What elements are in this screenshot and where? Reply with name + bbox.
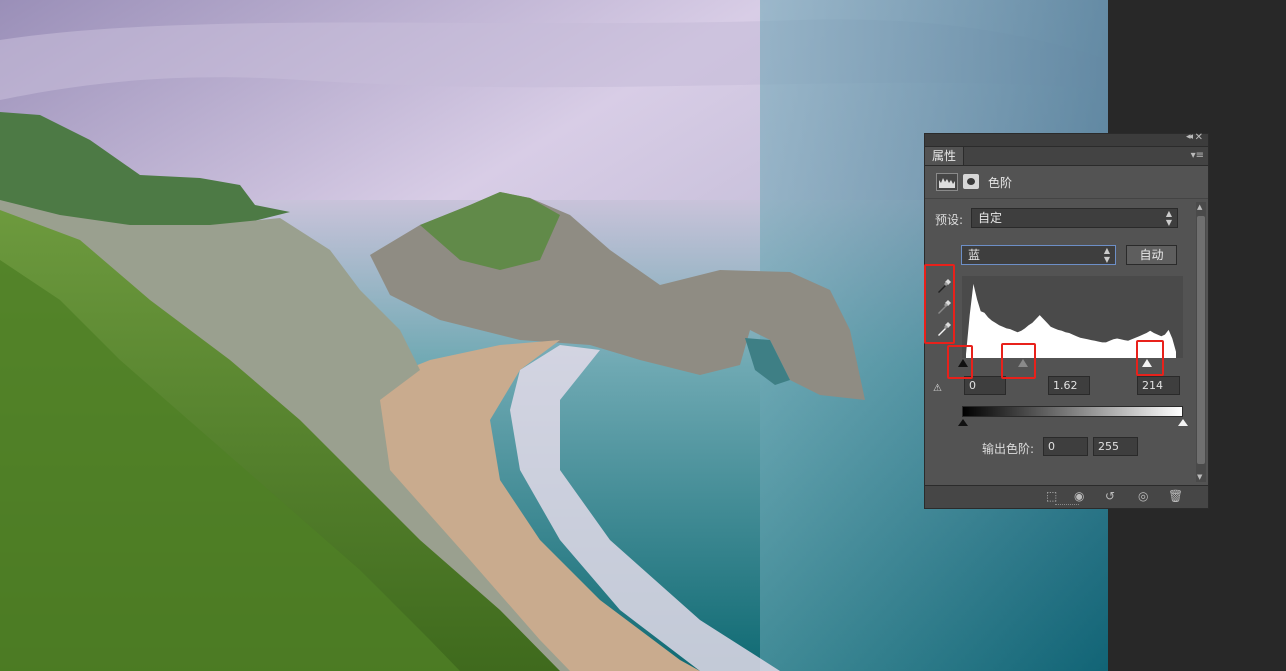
highlight-black-slider [947,345,973,379]
panel-tab-row: 属性 ▾≡ [925,147,1208,166]
highlight-white-slider [1136,340,1164,376]
trash-icon[interactable]: 🗑 [1168,489,1183,503]
panel-bottom-toolbar: ⬚ ◉ ↺ ◎ 🗑 [925,485,1208,508]
scroll-down-icon[interactable]: ▼ [1197,473,1202,481]
output-black-field[interactable]: 0 [1043,437,1088,456]
levels-histogram-icon[interactable] [936,173,958,191]
mask-icon[interactable] [963,174,979,189]
preset-label: 预设: [935,213,964,227]
view-previous-icon[interactable]: ◉ [1074,489,1084,503]
properties-panel: ◂◂ ✕ 属性 ▾≡ 色阶 预设: 自定 ▲ ▼ 蓝 ▲ ▼ 自动 ⚠ 0 1.62… [924,132,1209,509]
panel-titlebar[interactable]: ◂◂ ✕ [925,132,1208,147]
preset-select[interactable]: 自定 ▲ ▼ [971,208,1178,228]
input-white-field[interactable]: 214 [1137,376,1180,395]
clip-to-layer-icon[interactable]: ⬚ [1046,489,1057,503]
auto-button[interactable]: 自动 [1126,245,1177,265]
scroll-up-icon[interactable]: ▲ [1197,203,1202,211]
visibility-icon[interactable]: ◎ [1138,489,1148,503]
close-icon[interactable]: ✕ [1195,132,1203,143]
panel-menu-icon[interactable]: ▾≡ [1191,150,1204,161]
input-gamma-field[interactable]: 1.62 [1048,376,1090,395]
preset-value: 自定 [978,211,1003,225]
highlight-gamma-slider [1001,343,1036,379]
clipping-warning-icon[interactable]: ⚠ [933,383,942,394]
adjustment-title: 色阶 [988,176,1013,190]
output-black-slider[interactable] [958,419,968,426]
output-white-field[interactable]: 255 [1093,437,1138,456]
scrollbar-thumb[interactable] [1197,216,1205,464]
panel-scrollbar[interactable]: ▲ ▼ [1196,202,1206,482]
resize-grip[interactable] [1055,504,1079,508]
tab-properties[interactable]: 属性 [925,147,964,165]
select-arrows-icon: ▲ ▼ [1165,209,1172,227]
output-white-slider[interactable] [1178,419,1188,426]
output-levels-label: 输出色阶: [982,442,1035,456]
select-arrows-icon: ▲ ▼ [1103,246,1110,264]
collapse-icon[interactable]: ◂◂ [1186,132,1193,142]
highlight-eyedroppers [924,264,955,344]
reset-icon[interactable]: ↺ [1105,489,1115,503]
channel-select[interactable]: 蓝 ▲ ▼ [961,245,1116,265]
output-gradient-bar [962,406,1183,417]
channel-value: 蓝 [968,248,981,262]
